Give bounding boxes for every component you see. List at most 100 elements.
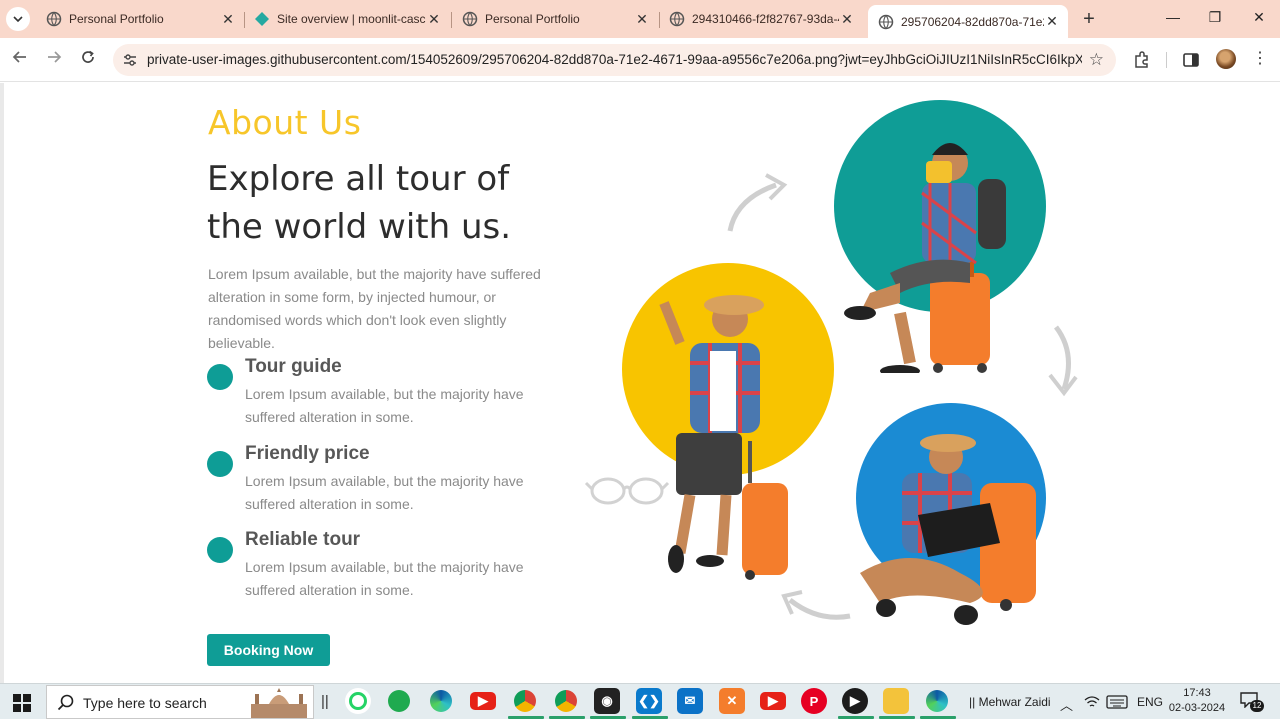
- windows-start-icon[interactable]: [13, 694, 31, 712]
- youtube-icon[interactable]: ▶: [470, 692, 496, 710]
- feature-bullet-icon: [207, 451, 233, 477]
- url-text[interactable]: private-user-images.githubusercontent.co…: [147, 52, 1082, 67]
- media-player-icon[interactable]: ▶: [842, 688, 868, 714]
- feature-title: Tour guide: [245, 356, 342, 377]
- section-label: About Us: [208, 103, 362, 142]
- address-bar[interactable]: private-user-images.githubusercontent.co…: [113, 44, 1116, 76]
- tab-site-overview[interactable]: Site overview | moonlit-cascade ✕: [244, 6, 450, 32]
- page-title: Explore all tour of the world with us.: [207, 155, 547, 251]
- chrome-icon[interactable]: [512, 688, 538, 714]
- page-left-border: [0, 83, 4, 683]
- intro-paragraph: Lorem Ipsum available, but the majority …: [208, 266, 541, 351]
- toolbar-divider: [1166, 52, 1167, 68]
- globe-icon: [462, 11, 478, 27]
- headline-line-2: the world with us.: [207, 207, 512, 247]
- tab-personal-portfolio-1[interactable]: Personal Portfolio ✕: [36, 6, 244, 32]
- mail-icon[interactable]: ✉: [677, 688, 703, 714]
- feature-bullet-icon: [207, 537, 233, 563]
- profile-avatar[interactable]: [1216, 49, 1236, 69]
- chrome-profile-icon[interactable]: [553, 688, 579, 714]
- tab-title: Personal Portfolio: [69, 12, 164, 26]
- traveler-pointing-image: [659, 295, 788, 580]
- close-tab-icon[interactable]: ✕: [634, 11, 650, 28]
- close-tab-icon[interactable]: ✕: [426, 11, 442, 28]
- extensions-puzzle-icon[interactable]: [1132, 50, 1152, 70]
- tab-title: Site overview | moonlit-cascade: [277, 12, 426, 26]
- tab-title: 295706204-82dd870a-71e2-: [901, 14, 1044, 29]
- language-indicator[interactable]: ENG: [1137, 695, 1163, 709]
- edge-icon[interactable]: [428, 688, 454, 714]
- notification-count-badge: 12: [1250, 700, 1264, 712]
- feature-title: Friendly price: [245, 443, 370, 464]
- xampp-icon[interactable]: ✕: [719, 688, 745, 714]
- tab-personal-portfolio-2[interactable]: Personal Portfolio ✕: [452, 6, 658, 32]
- close-tab-icon[interactable]: ✕: [220, 11, 236, 28]
- edge-app-icon[interactable]: [924, 688, 950, 714]
- feature-bullet-icon: [207, 364, 233, 390]
- user-name-label: Mehwar Zaidi: [978, 695, 1051, 709]
- page-viewport: About Us Explore all tour of the world w…: [0, 83, 1280, 683]
- user-name[interactable]: || Mehwar Zaidi: [969, 695, 1051, 709]
- github-desktop-icon[interactable]: ◉: [594, 688, 620, 714]
- traveler-reading-image: [860, 434, 1036, 625]
- chevron-up-icon[interactable]: ︿: [1060, 695, 1073, 714]
- minimize-button[interactable]: —: [1163, 9, 1183, 25]
- taskbar-search-box[interactable]: Type here to search: [46, 685, 314, 719]
- sketch-glasses-icon: [584, 477, 670, 505]
- headline-line-1: Explore all tour of: [207, 159, 510, 199]
- browser-menu-icon[interactable]: ⋮: [1250, 49, 1270, 69]
- whatsapp-desktop-icon[interactable]: [345, 688, 371, 714]
- whatsapp-icon[interactable]: [386, 688, 412, 714]
- feature-title: Reliable tour: [245, 529, 361, 550]
- feature-description: Lorem Ipsum available, but the majority …: [245, 386, 524, 425]
- search-highlight-landmark-icon: [251, 688, 307, 718]
- feature-description: Lorem Ipsum available, but the majority …: [245, 473, 524, 512]
- close-window-button[interactable]: ✕: [1249, 9, 1269, 26]
- booking-now-button[interactable]: Booking Now: [207, 634, 330, 666]
- new-tab-button[interactable]: +: [1078, 8, 1100, 31]
- reload-button[interactable]: [78, 49, 98, 69]
- side-panel-icon[interactable]: [1181, 50, 1201, 70]
- clock-date: 02-03-2024: [1168, 702, 1226, 714]
- feature-description: Lorem Ipsum available, but the majority …: [245, 559, 524, 598]
- globe-icon: [46, 11, 62, 27]
- globe-icon: [669, 11, 685, 27]
- close-tab-icon[interactable]: ✕: [839, 11, 855, 28]
- notification-center-button[interactable]: 12: [1240, 692, 1264, 712]
- sketch-arrow-icon: [781, 590, 851, 620]
- search-icon: [57, 694, 74, 711]
- search-placeholder: Type here to search: [83, 695, 207, 711]
- traveler-with-coffee-image: [844, 143, 1006, 373]
- tab-title: Personal Portfolio: [485, 12, 580, 26]
- pinterest-icon[interactable]: P: [801, 688, 827, 714]
- site-settings-icon[interactable]: [122, 52, 138, 68]
- sketch-arrow-icon: [727, 173, 788, 232]
- keyboard-icon[interactable]: [1106, 695, 1128, 709]
- reload-icon: [82, 50, 94, 63]
- forward-button[interactable]: [44, 49, 64, 69]
- system-clock[interactable]: 17:43 02-03-2024: [1166, 686, 1228, 716]
- wifi-icon[interactable]: [1084, 695, 1100, 709]
- clock-time: 17:43: [1183, 687, 1211, 699]
- file-explorer-icon[interactable]: [883, 688, 909, 714]
- netlify-icon: [255, 12, 269, 26]
- forward-arrow-icon: [48, 51, 62, 63]
- vscode-icon[interactable]: ❮❯: [636, 688, 662, 714]
- back-arrow-icon: [12, 51, 26, 63]
- browser-toolbar: private-user-images.githubusercontent.co…: [0, 38, 1280, 82]
- tab-strip: Personal Portfolio ✕ Site overview | moo…: [0, 0, 1280, 38]
- sketch-arrow-icon: [1048, 325, 1078, 397]
- youtube-app-icon[interactable]: ▶: [760, 692, 786, 710]
- back-button[interactable]: [10, 49, 30, 69]
- windows-taskbar: Type here to search || ▶ ◉ ❮❯ ✉ ✕ ▶ P ▶ …: [0, 683, 1280, 719]
- tab-image-294310466[interactable]: 294310466-f2f82767-93da-4 ✕: [659, 6, 863, 32]
- globe-icon: [878, 14, 894, 29]
- bookmark-star-icon[interactable]: ☆: [1089, 50, 1104, 70]
- tab-search-button[interactable]: [6, 7, 30, 31]
- tab-image-295706204[interactable]: 295706204-82dd870a-71e2- ✕: [868, 5, 1068, 38]
- task-view-divider: ||: [321, 693, 329, 710]
- tab-title: 294310466-f2f82767-93da-4: [692, 12, 839, 26]
- chevron-down-icon: [13, 16, 23, 23]
- close-tab-icon[interactable]: ✕: [1044, 13, 1060, 30]
- restore-button[interactable]: ❐: [1205, 9, 1225, 26]
